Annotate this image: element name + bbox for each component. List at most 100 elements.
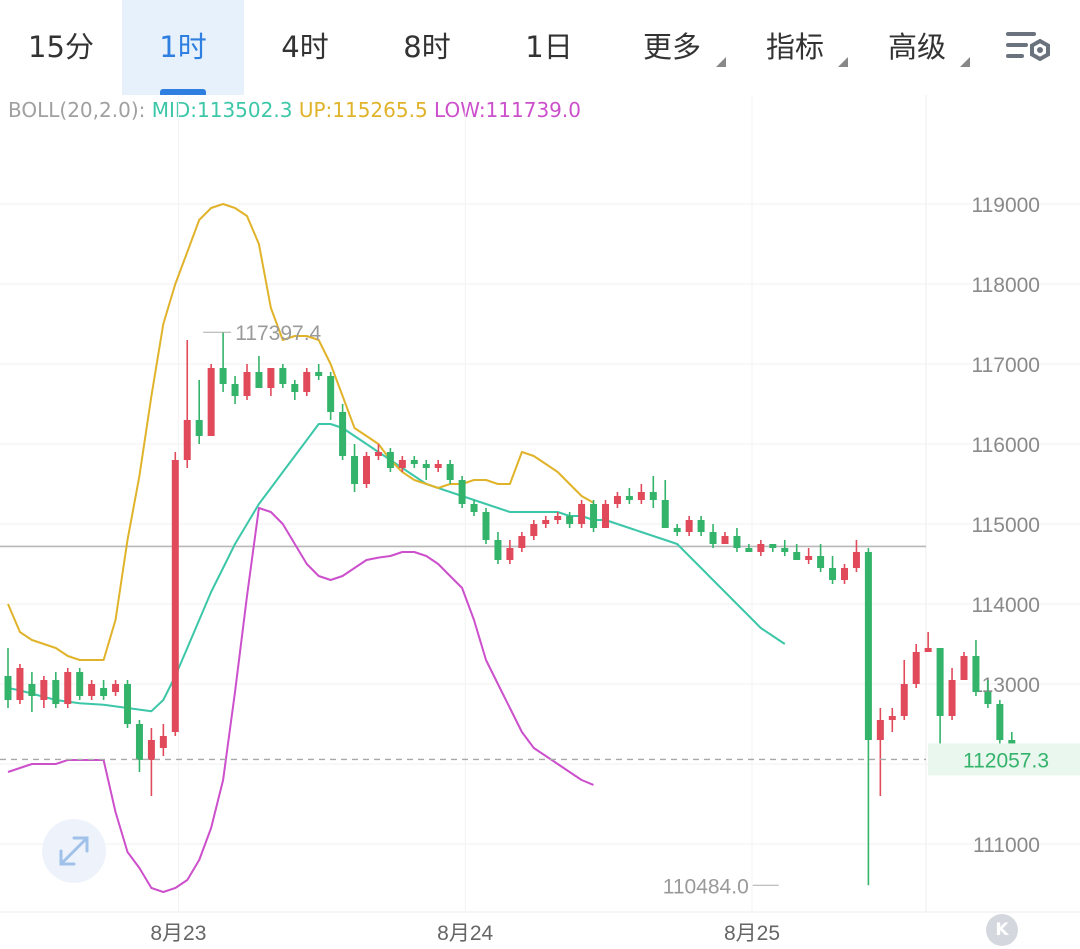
k-line-toggle-button[interactable]: K xyxy=(986,914,1018,946)
candle-body xyxy=(972,656,980,692)
candle-body xyxy=(852,552,860,568)
candle-body xyxy=(960,656,968,680)
tab-label: 更多 xyxy=(642,30,701,64)
candle-body xyxy=(888,716,896,720)
boll-up-line xyxy=(7,203,594,661)
candle-body xyxy=(351,456,359,484)
candle-body xyxy=(876,720,884,740)
candle-body xyxy=(793,552,801,560)
candle-body xyxy=(757,544,765,552)
candle-body xyxy=(267,368,275,388)
y-tick-label: 118000 xyxy=(971,274,1040,297)
dropdown-triangle-icon xyxy=(838,57,848,67)
candle-body xyxy=(374,452,382,456)
candle-body xyxy=(817,556,825,568)
tab-advanced[interactable]: 高级 xyxy=(856,0,978,95)
dropdown-triangle-icon xyxy=(716,57,726,67)
candle-body xyxy=(207,368,215,436)
candle-body xyxy=(16,668,24,700)
tab-label: 15分 xyxy=(28,30,94,64)
candle-body xyxy=(339,412,347,456)
candle-body xyxy=(410,460,418,464)
candle-body xyxy=(661,500,669,528)
candle-body xyxy=(829,568,837,580)
candle-body xyxy=(327,376,335,412)
y-tick-label: 115000 xyxy=(971,514,1040,537)
y-tick-label: 116000 xyxy=(971,434,1040,457)
candle-body xyxy=(135,724,143,760)
candlestick-chart[interactable]: 111000 113000 114000 115000 116000 117000 1180… xyxy=(0,95,1080,949)
candle-body xyxy=(386,452,394,468)
candle-body xyxy=(924,648,932,652)
candle-body xyxy=(697,520,705,532)
candle-body xyxy=(506,548,514,560)
candle-body xyxy=(40,680,48,700)
tab-indicators[interactable]: 指标 xyxy=(734,0,856,95)
tab-more[interactable]: 更多 xyxy=(610,0,734,95)
candle-body xyxy=(948,680,956,716)
candle-body xyxy=(900,684,908,716)
candle-body xyxy=(100,688,108,696)
y-tick-label: 114000 xyxy=(971,594,1040,617)
candle-body xyxy=(781,548,789,552)
tab-1day[interactable]: 1日 xyxy=(488,0,610,95)
candle-body xyxy=(458,480,466,504)
candle-body xyxy=(398,460,406,468)
candle-body xyxy=(721,536,729,544)
candle-body xyxy=(590,504,598,528)
candle-body xyxy=(231,384,239,396)
candle-body xyxy=(578,504,586,524)
candle-body xyxy=(625,496,633,500)
candle-body xyxy=(518,536,526,548)
candle-body xyxy=(52,680,60,704)
candle-body xyxy=(422,464,430,468)
candle-body xyxy=(912,652,920,684)
x-tick-label: 8月23 xyxy=(150,922,206,945)
y-tick-label: 113000 xyxy=(971,674,1040,697)
expand-button[interactable] xyxy=(42,819,106,883)
candle-body xyxy=(602,504,609,528)
candle-body xyxy=(733,536,741,548)
candle-body xyxy=(183,420,191,460)
expand-icon xyxy=(59,836,89,866)
tab-8hour[interactable]: 8时 xyxy=(366,0,488,95)
candle-body xyxy=(159,736,167,748)
candle-body xyxy=(279,368,287,384)
x-tick-label: 8月25 xyxy=(724,922,780,945)
candle-body xyxy=(195,420,203,436)
candle-body xyxy=(219,368,227,384)
timeframe-tab-bar: 15分 1时 4时 8时 1日 更多 指标 高级 xyxy=(0,0,1080,95)
candle-body xyxy=(147,740,155,760)
tab-15min[interactable]: 15分 xyxy=(0,0,122,95)
candle-body xyxy=(434,464,442,468)
candle-body xyxy=(482,512,490,540)
candle-body xyxy=(542,520,550,524)
candle-body xyxy=(363,456,370,484)
candle-body xyxy=(841,568,848,580)
candle-body xyxy=(4,676,12,700)
candle-body xyxy=(470,504,478,512)
candle-body xyxy=(613,496,621,504)
y-tick-label: 119000 xyxy=(971,194,1040,217)
low-price-label: 110484.0 xyxy=(663,875,749,898)
tab-4hour[interactable]: 4时 xyxy=(244,0,366,95)
candle-body xyxy=(28,684,36,696)
candle-body xyxy=(554,516,562,520)
candle-body xyxy=(494,540,502,560)
candle-body xyxy=(64,672,72,704)
dropdown-triangle-icon xyxy=(960,57,970,67)
candle-body xyxy=(984,692,992,704)
tab-1hour[interactable]: 1时 xyxy=(122,0,244,95)
chart-settings-icon[interactable] xyxy=(1000,26,1056,70)
candle-body xyxy=(88,684,96,696)
tab-label: 4时 xyxy=(281,30,329,64)
candle-body xyxy=(112,684,120,692)
candle-body xyxy=(446,464,454,480)
tab-label: 8时 xyxy=(403,30,451,64)
candle-body xyxy=(745,548,753,552)
last-price-label: 112057.3 xyxy=(963,749,1049,772)
tab-label: 1日 xyxy=(525,30,573,64)
high-price-label: 117397.4 xyxy=(235,322,321,345)
candle-body xyxy=(649,492,657,500)
tab-label: 指标 xyxy=(765,30,824,64)
